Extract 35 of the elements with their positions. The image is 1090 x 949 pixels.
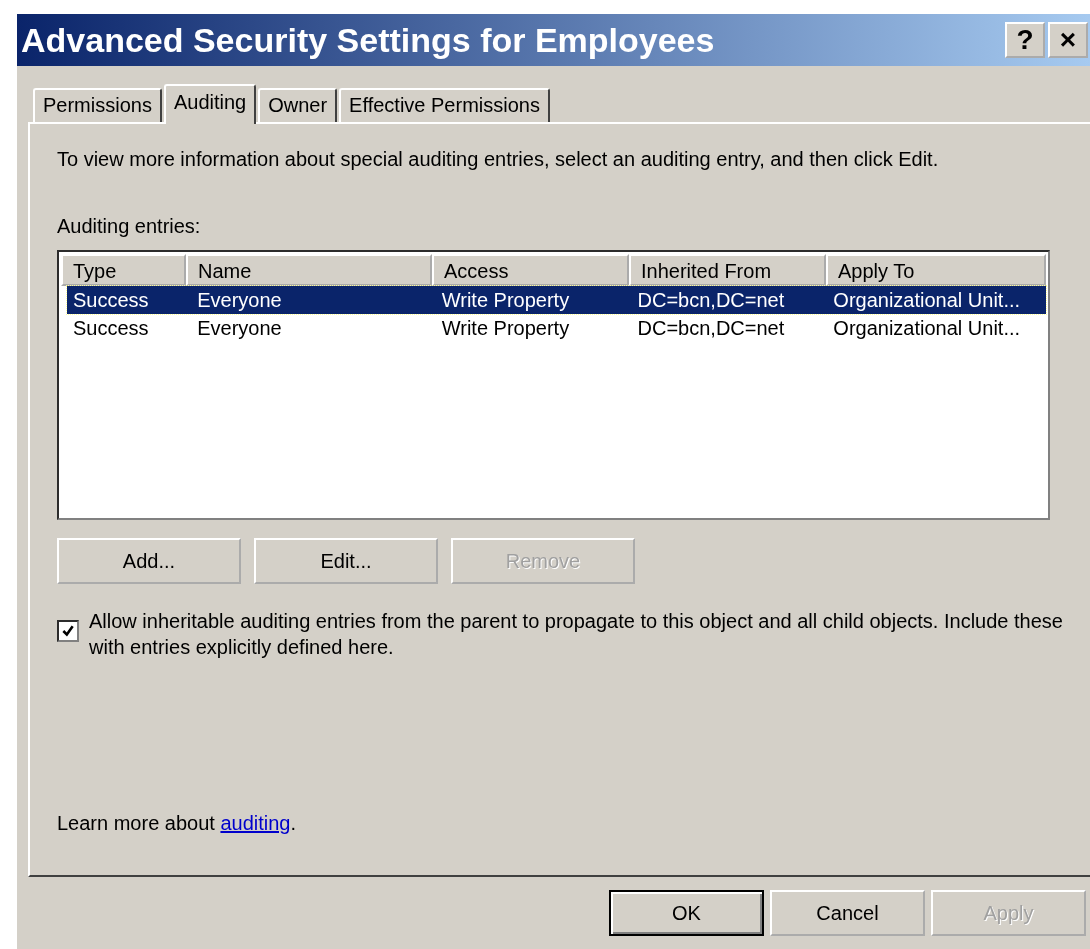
table-row[interactable]: Success Everyone Write Property DC=bcn,DC=net Organizational Unit...	[67, 314, 1046, 342]
list-button[interactable]: Add...	[57, 538, 241, 584]
dialog-button[interactable]: OK	[609, 890, 764, 936]
table-cell-text: Success	[72, 316, 150, 340]
tab[interactable]: Permissions	[33, 88, 162, 122]
tab[interactable]: Auditing	[163, 84, 257, 124]
column-header[interactable]: Inherited From	[629, 254, 826, 286]
instruction-text: To view more information about special auditing entries, select an auditing entry, and then click Edit.	[57, 148, 940, 171]
close-button[interactable]: ×	[1048, 22, 1088, 58]
checkbox[interactable]	[57, 620, 79, 642]
entries-label: Auditing entries:	[57, 215, 202, 238]
checkbox-label: Allow inheritable auditing entries from the parent to propagate to this object and all child objects. Include these with entries explicitly defined here.	[89, 609, 1064, 660]
checkmark-icon	[61, 624, 75, 638]
column-header[interactable]: Name	[186, 254, 432, 286]
table-cell-text: Write Property	[440, 288, 571, 312]
table-cell-text: Write Property	[440, 316, 571, 340]
window-title: Advanced Security Settings for Employees	[21, 20, 715, 60]
table-cell-text: DC=bcn,DC=net	[636, 316, 786, 340]
table-cell-text: Success	[72, 288, 150, 312]
tab[interactable]: Owner	[258, 88, 338, 122]
auditing-link[interactable]: auditing	[220, 812, 291, 834]
column-header[interactable]: Access	[432, 254, 629, 286]
help-button[interactable]: ?	[1005, 22, 1045, 58]
table-cell-text: Everyone	[196, 316, 283, 340]
learn-more-text: Learn more about auditing.	[57, 812, 298, 835]
column-header[interactable]: Type	[61, 254, 186, 286]
column-header[interactable]: Apply To	[826, 254, 1046, 286]
table-cell-text: DC=bcn,DC=net	[636, 288, 786, 312]
table-cell-text: Organizational Unit...	[832, 316, 1022, 340]
table-cell-text: Organizational Unit...	[832, 288, 1022, 312]
table-row[interactable]: Success Everyone Write Property DC=bcn,DC=net Organizational Unit...	[67, 286, 1046, 314]
list-button[interactable]: Edit...	[254, 538, 438, 584]
dialog-button[interactable]: Cancel	[770, 890, 925, 936]
tab[interactable]: Effective Permissions	[339, 88, 550, 122]
table-cell-text: Everyone	[196, 288, 283, 312]
